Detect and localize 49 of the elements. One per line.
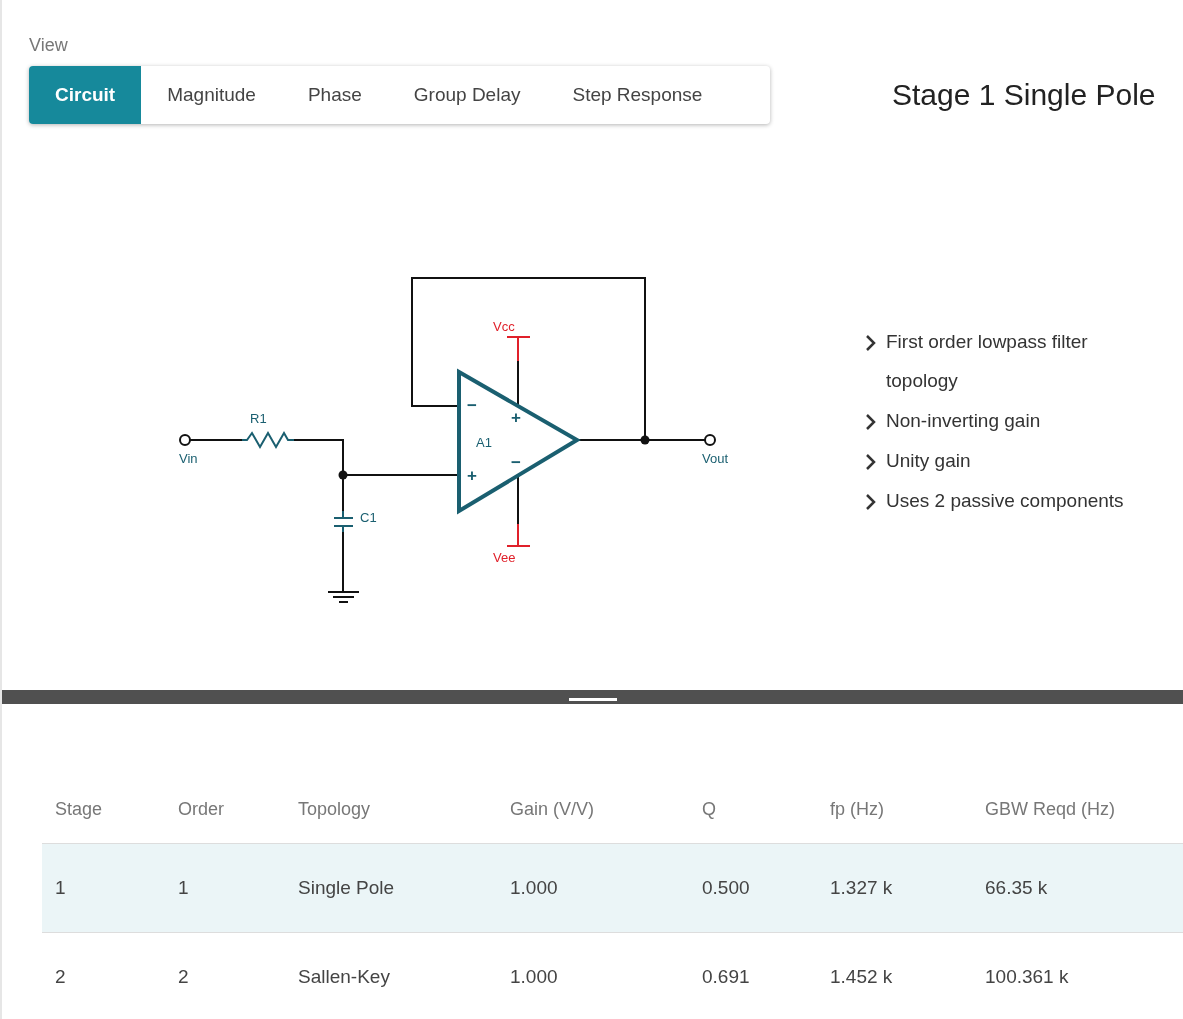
terminal-label: Vout xyxy=(702,451,729,466)
column-header: Topology xyxy=(297,798,372,821)
feature-text: Uses 2 passive components xyxy=(886,489,1125,513)
feature-text: Unity gain xyxy=(886,449,972,473)
terminal-label: Vin xyxy=(179,451,198,466)
view-label: View xyxy=(29,34,69,56)
chevron-icon xyxy=(864,453,876,471)
column-header: Order xyxy=(177,798,225,821)
column-header: Q xyxy=(701,798,717,821)
table-cell-text: Single Pole xyxy=(297,875,396,900)
pin-sign: + xyxy=(511,408,521,427)
pin-sign: − xyxy=(467,396,477,415)
component-label: C1 xyxy=(360,510,377,525)
column-header: Stage xyxy=(54,798,104,821)
supply-label: Vee xyxy=(493,550,516,565)
table-cell-text: 2 xyxy=(54,964,67,989)
table-cell-text: 1.452 k xyxy=(829,964,894,989)
table-cell-text: 0.500 xyxy=(701,875,751,900)
table-cell-text: Sallen-Key xyxy=(297,964,391,989)
view-tab[interactable]: Step Response xyxy=(546,66,729,124)
table-cell-text: 2 xyxy=(177,964,190,989)
table-cell-text: 1.000 xyxy=(509,964,559,989)
column-header: fp (Hz) xyxy=(829,798,885,821)
column-header: GBW Reqd (Hz) xyxy=(984,798,1117,821)
stage-title: Stage 1 Single Pole xyxy=(892,77,1157,113)
table-cell-text: 100.361 k xyxy=(984,964,1070,989)
pin-sign: + xyxy=(467,466,477,485)
table-cell-text: 66.35 k xyxy=(984,875,1049,900)
chevron-icon xyxy=(864,413,876,431)
table-cell-text: 1.327 k xyxy=(829,875,894,900)
view-tab[interactable]: Phase xyxy=(281,66,388,124)
supply-label: Vcc xyxy=(493,319,515,334)
table-cell-text: 0.691 xyxy=(701,964,751,989)
drag-handle[interactable] xyxy=(568,697,617,701)
table-row[interactable]: 1 1 Single Pole 1.000 0.500 1.327 k 66.35 k xyxy=(42,844,1183,933)
chevron-icon xyxy=(864,493,876,511)
feature-text: First order lowpass filter topology xyxy=(886,330,1089,393)
table-cell-text: 1 xyxy=(177,875,190,900)
view-tab[interactable]: Circuit xyxy=(29,66,142,124)
pin-sign: − xyxy=(511,453,521,472)
component-label: R1 xyxy=(250,411,267,426)
table-cell-text: 1.000 xyxy=(509,875,559,900)
view-tab[interactable]: Magnitude xyxy=(141,66,282,124)
column-header: Gain (V/V) xyxy=(509,798,596,821)
view-tab[interactable]: Group Delay xyxy=(387,66,547,124)
chevron-icon xyxy=(864,334,876,352)
feature-text: Non-inverting gain xyxy=(886,409,1042,433)
table-cell-text: 1 xyxy=(54,875,67,900)
component-label: A1 xyxy=(476,435,492,450)
